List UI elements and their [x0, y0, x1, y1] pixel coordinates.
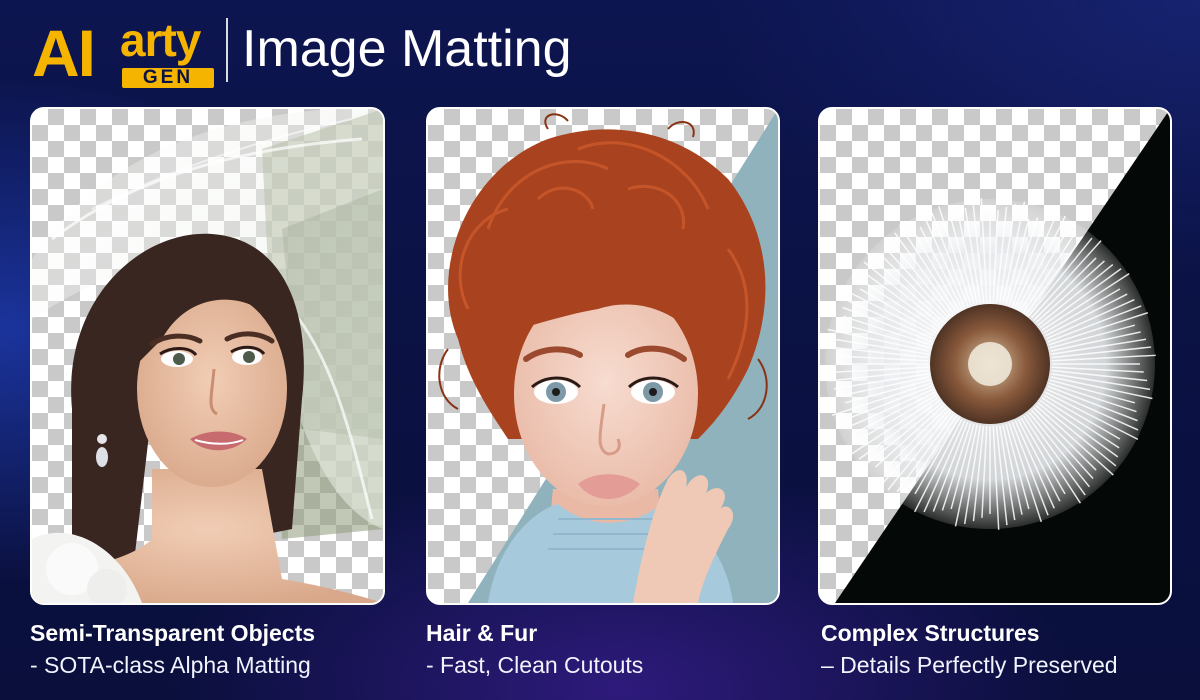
feature-card-semi-transparent [30, 107, 385, 605]
caption-title: Hair & Fur [426, 620, 538, 646]
page-title: Image Matting [242, 20, 572, 78]
caption-complex-structures: Complex Structures – Details Perfectly P… [821, 618, 1200, 682]
artygen-logo: AI arty GEN [32, 14, 214, 90]
caption-hair-fur: Hair & Fur - Fast, Clean Cutouts [426, 618, 806, 682]
feature-card-hair-fur [426, 107, 780, 605]
header-divider [226, 18, 228, 82]
bride-with-veil-image [32, 109, 383, 603]
caption-subtitle: – Details Perfectly Preserved [821, 652, 1118, 678]
feature-card-complex-structures [818, 107, 1172, 605]
caption-title: Complex Structures [821, 620, 1040, 646]
caption-title: Semi-Transparent Objects [30, 620, 316, 646]
caption-subtitle: - Fast, Clean Cutouts [426, 652, 644, 678]
logo-ai-text: AI [32, 16, 96, 90]
dandelion-seed-head-image [824, 109, 1170, 603]
caption-semi-transparent: Semi-Transparent Objects - SOTA-class Al… [30, 618, 410, 682]
red-haired-woman-image [438, 109, 778, 603]
logo-arty-text: arty [120, 14, 201, 66]
caption-subtitle: - SOTA-class Alpha Matting [30, 652, 311, 678]
logo-gen-badge: GEN [122, 68, 214, 88]
